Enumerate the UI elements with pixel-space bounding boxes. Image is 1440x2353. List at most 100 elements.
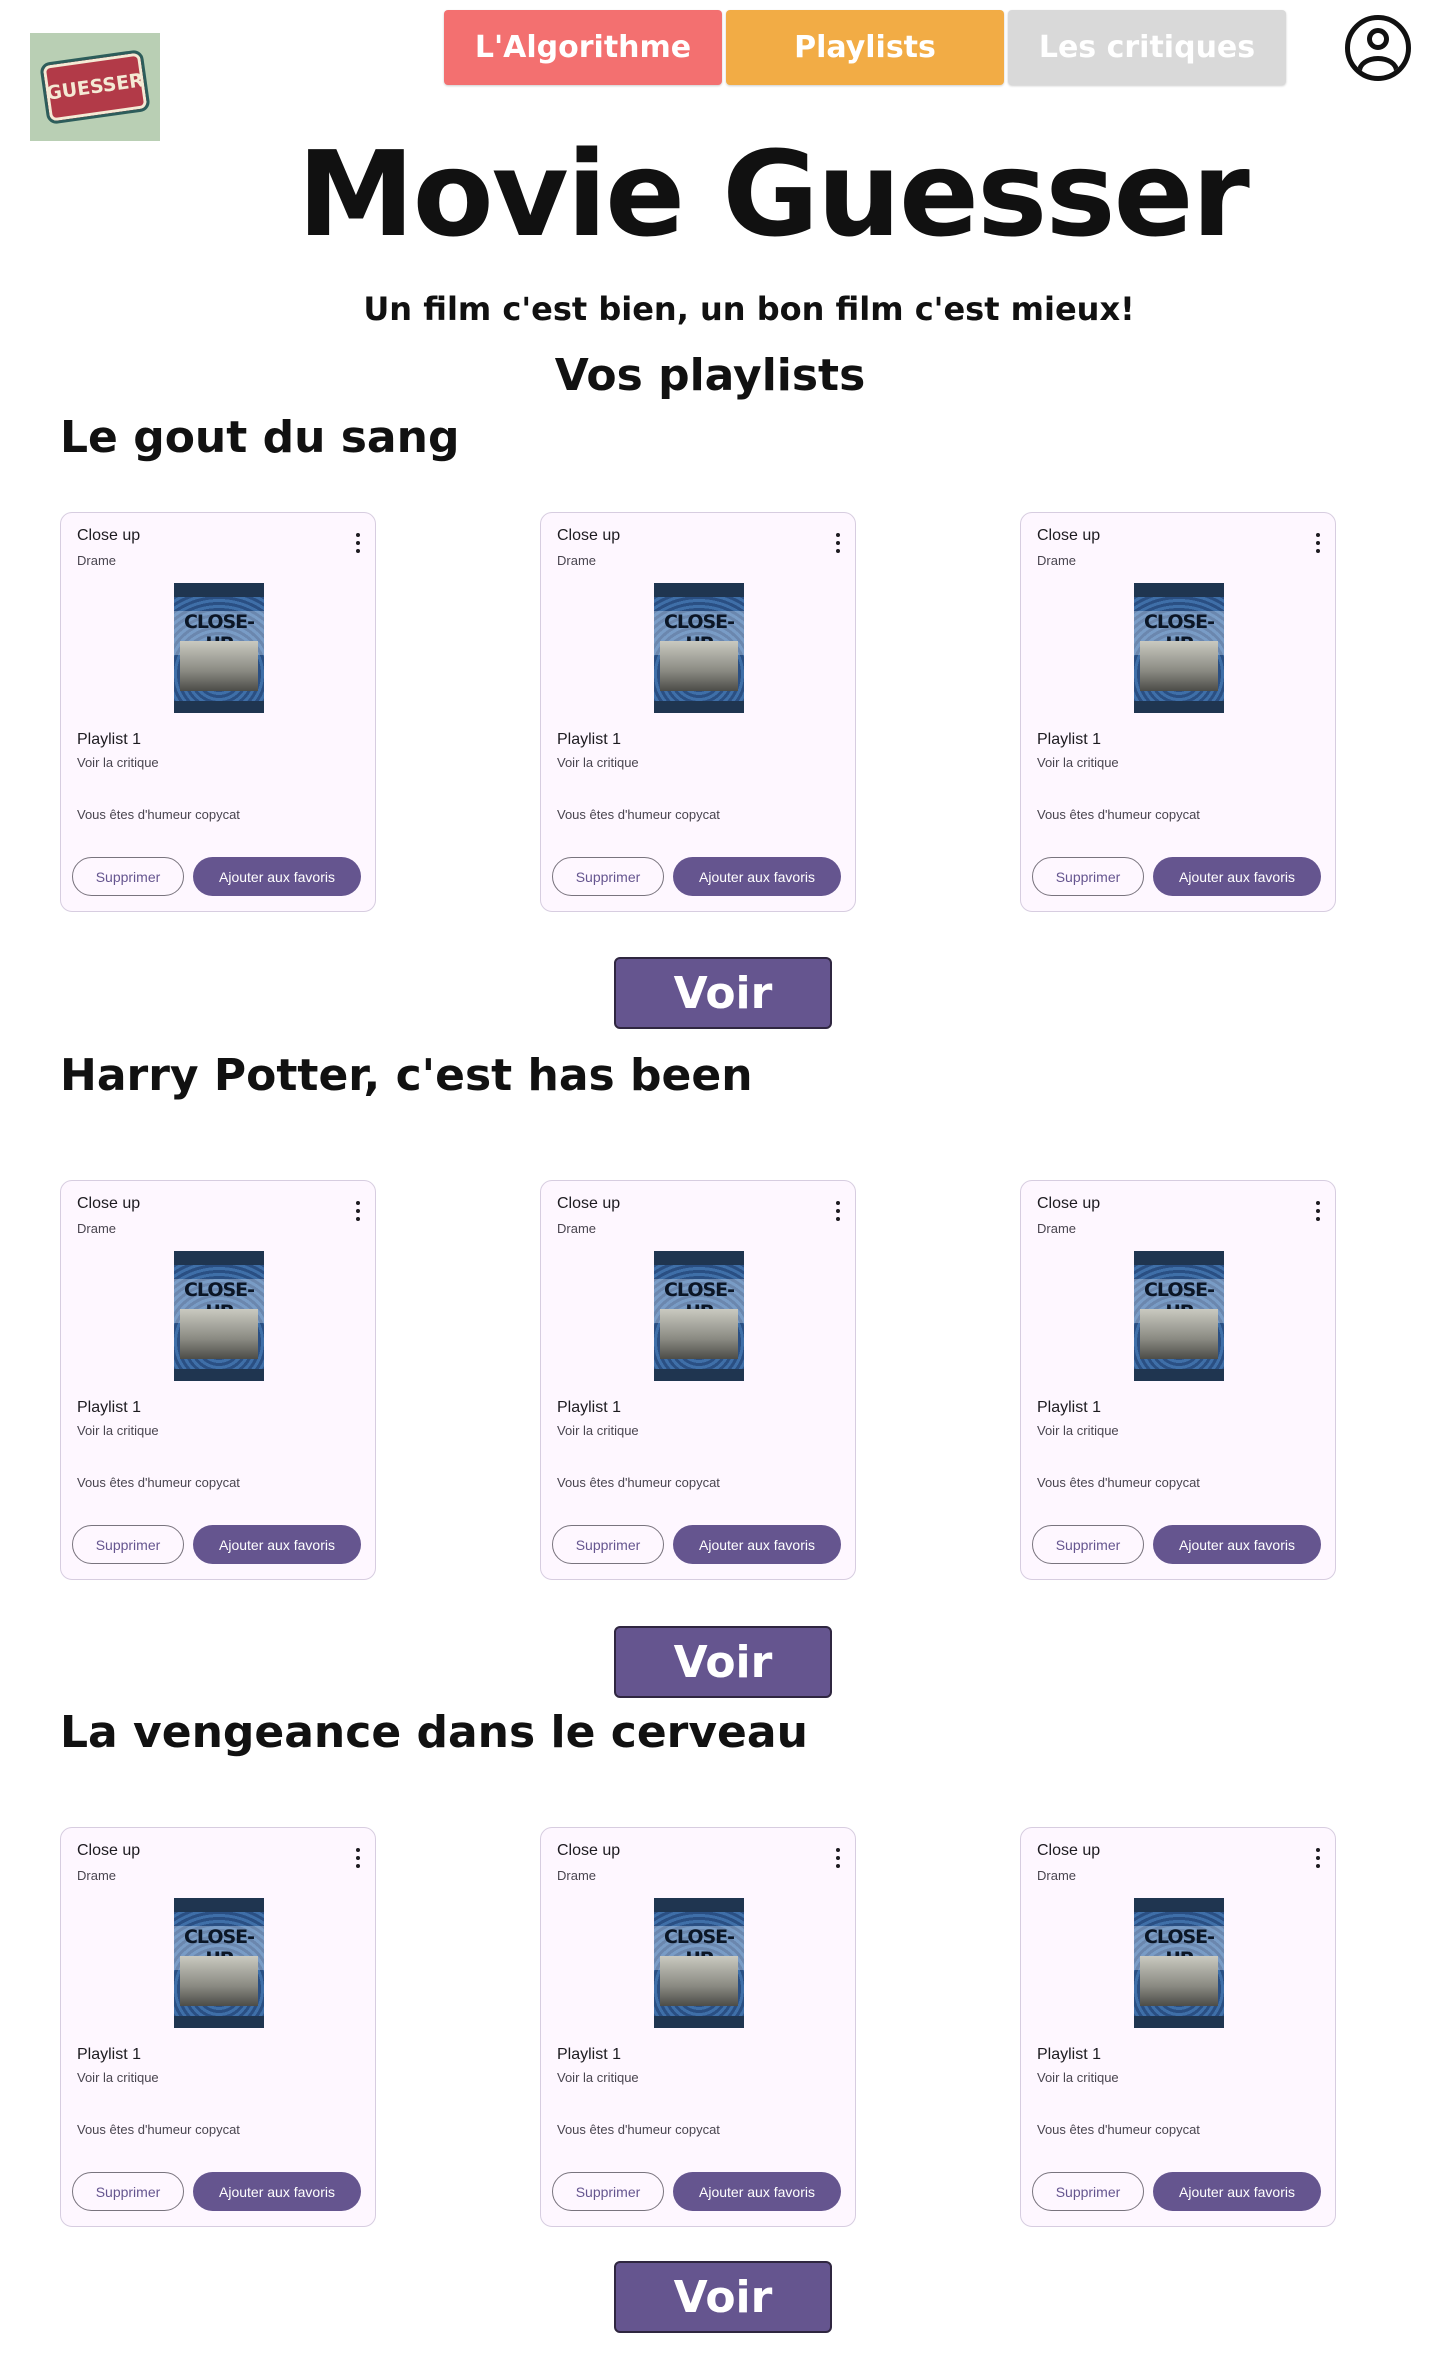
card-description: Vous êtes d'humeur copycat — [557, 807, 720, 822]
view-review-link[interactable]: Voir la critique — [1037, 2070, 1119, 2085]
movie-card: Close up Drame CLOSE-UP Playlist 1 Voir … — [1020, 512, 1336, 912]
more-vert-icon[interactable] — [355, 533, 361, 553]
movie-card: Close up Drame CLOSE-UP Playlist 1 Voir … — [1020, 1180, 1336, 1580]
card-subtitle: Playlist 1 — [557, 2046, 622, 2063]
view-review-link[interactable]: Voir la critique — [77, 755, 159, 770]
section-title: Vos playlists — [554, 350, 866, 401]
user-profile-icon[interactable] — [1345, 15, 1411, 81]
poster-photo — [180, 1956, 258, 2006]
card-subtitle: Playlist 1 — [77, 731, 142, 748]
main-nav: L'Algorithme Playlists Les critiques — [444, 10, 1286, 85]
add-to-favorites-button[interactable]: Ajouter aux favoris — [1153, 2172, 1321, 2211]
card-title: Close up — [77, 527, 141, 544]
more-vert-icon[interactable] — [355, 1201, 361, 1221]
card-genre: Drame — [77, 553, 117, 568]
poster-photo — [1140, 1956, 1218, 2006]
playlist-title: Harry Potter, c'est has been — [60, 1050, 753, 1101]
movie-poster: CLOSE-UP — [654, 583, 744, 713]
add-to-favorites-button[interactable]: Ajouter aux favoris — [193, 2172, 361, 2211]
add-to-favorites-button[interactable]: Ajouter aux favoris — [193, 857, 361, 896]
nav-tab-playlists[interactable]: Playlists — [726, 10, 1004, 85]
add-to-favorites-button[interactable]: Ajouter aux favoris — [1153, 857, 1321, 896]
card-description: Vous êtes d'humeur copycat — [557, 1475, 720, 1490]
tagline: Un film c'est bien, un bon film c'est mi… — [363, 290, 1135, 328]
card-subtitle: Playlist 1 — [1037, 731, 1102, 748]
card-subtitle: Playlist 1 — [1037, 1399, 1102, 1416]
view-review-link[interactable]: Voir la critique — [1037, 1423, 1119, 1438]
card-title: Close up — [77, 1195, 141, 1212]
logo-badge: GUESSER — [39, 49, 151, 125]
card-subtitle: Playlist 1 — [557, 731, 622, 748]
delete-button[interactable]: Supprimer — [552, 2172, 664, 2211]
poster-photo — [1140, 1309, 1218, 1359]
card-subtitle: Playlist 1 — [77, 1399, 142, 1416]
card-description: Vous êtes d'humeur copycat — [77, 1475, 240, 1490]
more-vert-icon[interactable] — [835, 1848, 841, 1868]
profile-head-shape — [1367, 28, 1389, 50]
movie-card: Close up Drame CLOSE-UP Playlist 1 Voir … — [540, 1180, 856, 1580]
movie-card: Close up Drame CLOSE-UP Playlist 1 Voir … — [1020, 1827, 1336, 2227]
more-vert-icon[interactable] — [835, 1201, 841, 1221]
delete-button[interactable]: Supprimer — [72, 1525, 184, 1564]
delete-button[interactable]: Supprimer — [552, 1525, 664, 1564]
card-description: Vous êtes d'humeur copycat — [1037, 2122, 1200, 2137]
card-subtitle: Playlist 1 — [77, 2046, 142, 2063]
movie-poster: CLOSE-UP — [654, 1898, 744, 2028]
movie-poster: CLOSE-UP — [174, 1251, 264, 1381]
movie-poster: CLOSE-UP — [1134, 1898, 1224, 2028]
view-playlist-button[interactable]: Voir — [614, 1626, 832, 1698]
more-vert-icon[interactable] — [355, 1848, 361, 1868]
view-review-link[interactable]: Voir la critique — [557, 2070, 639, 2085]
add-to-favorites-button[interactable]: Ajouter aux favoris — [193, 1525, 361, 1564]
movie-card: Close up Drame CLOSE-UP Playlist 1 Voir … — [540, 512, 856, 912]
movie-card: Close up Drame CLOSE-UP Playlist 1 Voir … — [60, 1180, 376, 1580]
card-genre: Drame — [1037, 1221, 1077, 1236]
card-title: Close up — [1037, 527, 1101, 544]
movie-card: Close up Drame CLOSE-UP Playlist 1 Voir … — [60, 512, 376, 912]
card-title: Close up — [557, 1195, 621, 1212]
movie-poster: CLOSE-UP — [174, 1898, 264, 2028]
view-review-link[interactable]: Voir la critique — [77, 1423, 159, 1438]
delete-button[interactable]: Supprimer — [552, 857, 664, 896]
view-playlist-button[interactable]: Voir — [614, 2261, 832, 2333]
view-playlist-button[interactable]: Voir — [614, 957, 832, 1029]
card-description: Vous êtes d'humeur copycat — [1037, 807, 1200, 822]
movie-poster: CLOSE-UP — [174, 583, 264, 713]
delete-button[interactable]: Supprimer — [1032, 1525, 1144, 1564]
nav-tab-critiques[interactable]: Les critiques — [1008, 10, 1286, 85]
view-review-link[interactable]: Voir la critique — [557, 1423, 639, 1438]
movie-poster: CLOSE-UP — [1134, 1251, 1224, 1381]
card-genre: Drame — [1037, 1868, 1077, 1883]
delete-button[interactable]: Supprimer — [72, 2172, 184, 2211]
playlist-title: La vengeance dans le cerveau — [60, 1707, 808, 1758]
more-vert-icon[interactable] — [1315, 533, 1321, 553]
card-genre: Drame — [557, 553, 597, 568]
nav-tab-algorithme[interactable]: L'Algorithme — [444, 10, 722, 85]
poster-photo — [180, 1309, 258, 1359]
more-vert-icon[interactable] — [1315, 1848, 1321, 1868]
delete-button[interactable]: Supprimer — [72, 857, 184, 896]
card-description: Vous êtes d'humeur copycat — [557, 2122, 720, 2137]
more-vert-icon[interactable] — [835, 533, 841, 553]
view-review-link[interactable]: Voir la critique — [77, 2070, 159, 2085]
card-title: Close up — [557, 1842, 621, 1859]
view-review-link[interactable]: Voir la critique — [557, 755, 639, 770]
card-title: Close up — [557, 527, 621, 544]
card-genre: Drame — [557, 1221, 597, 1236]
card-title: Close up — [1037, 1842, 1101, 1859]
more-vert-icon[interactable] — [1315, 1201, 1321, 1221]
card-genre: Drame — [1037, 553, 1077, 568]
add-to-favorites-button[interactable]: Ajouter aux favoris — [1153, 1525, 1321, 1564]
card-description: Vous êtes d'humeur copycat — [1037, 1475, 1200, 1490]
add-to-favorites-button[interactable]: Ajouter aux favoris — [673, 2172, 841, 2211]
view-review-link[interactable]: Voir la critique — [1037, 755, 1119, 770]
add-to-favorites-button[interactable]: Ajouter aux favoris — [673, 857, 841, 896]
poster-photo — [180, 641, 258, 691]
delete-button[interactable]: Supprimer — [1032, 2172, 1144, 2211]
movie-poster: CLOSE-UP — [1134, 583, 1224, 713]
card-genre: Drame — [77, 1868, 117, 1883]
delete-button[interactable]: Supprimer — [1032, 857, 1144, 896]
add-to-favorites-button[interactable]: Ajouter aux favoris — [673, 1525, 841, 1564]
card-subtitle: Playlist 1 — [1037, 2046, 1102, 2063]
movie-card: Close up Drame CLOSE-UP Playlist 1 Voir … — [540, 1827, 856, 2227]
